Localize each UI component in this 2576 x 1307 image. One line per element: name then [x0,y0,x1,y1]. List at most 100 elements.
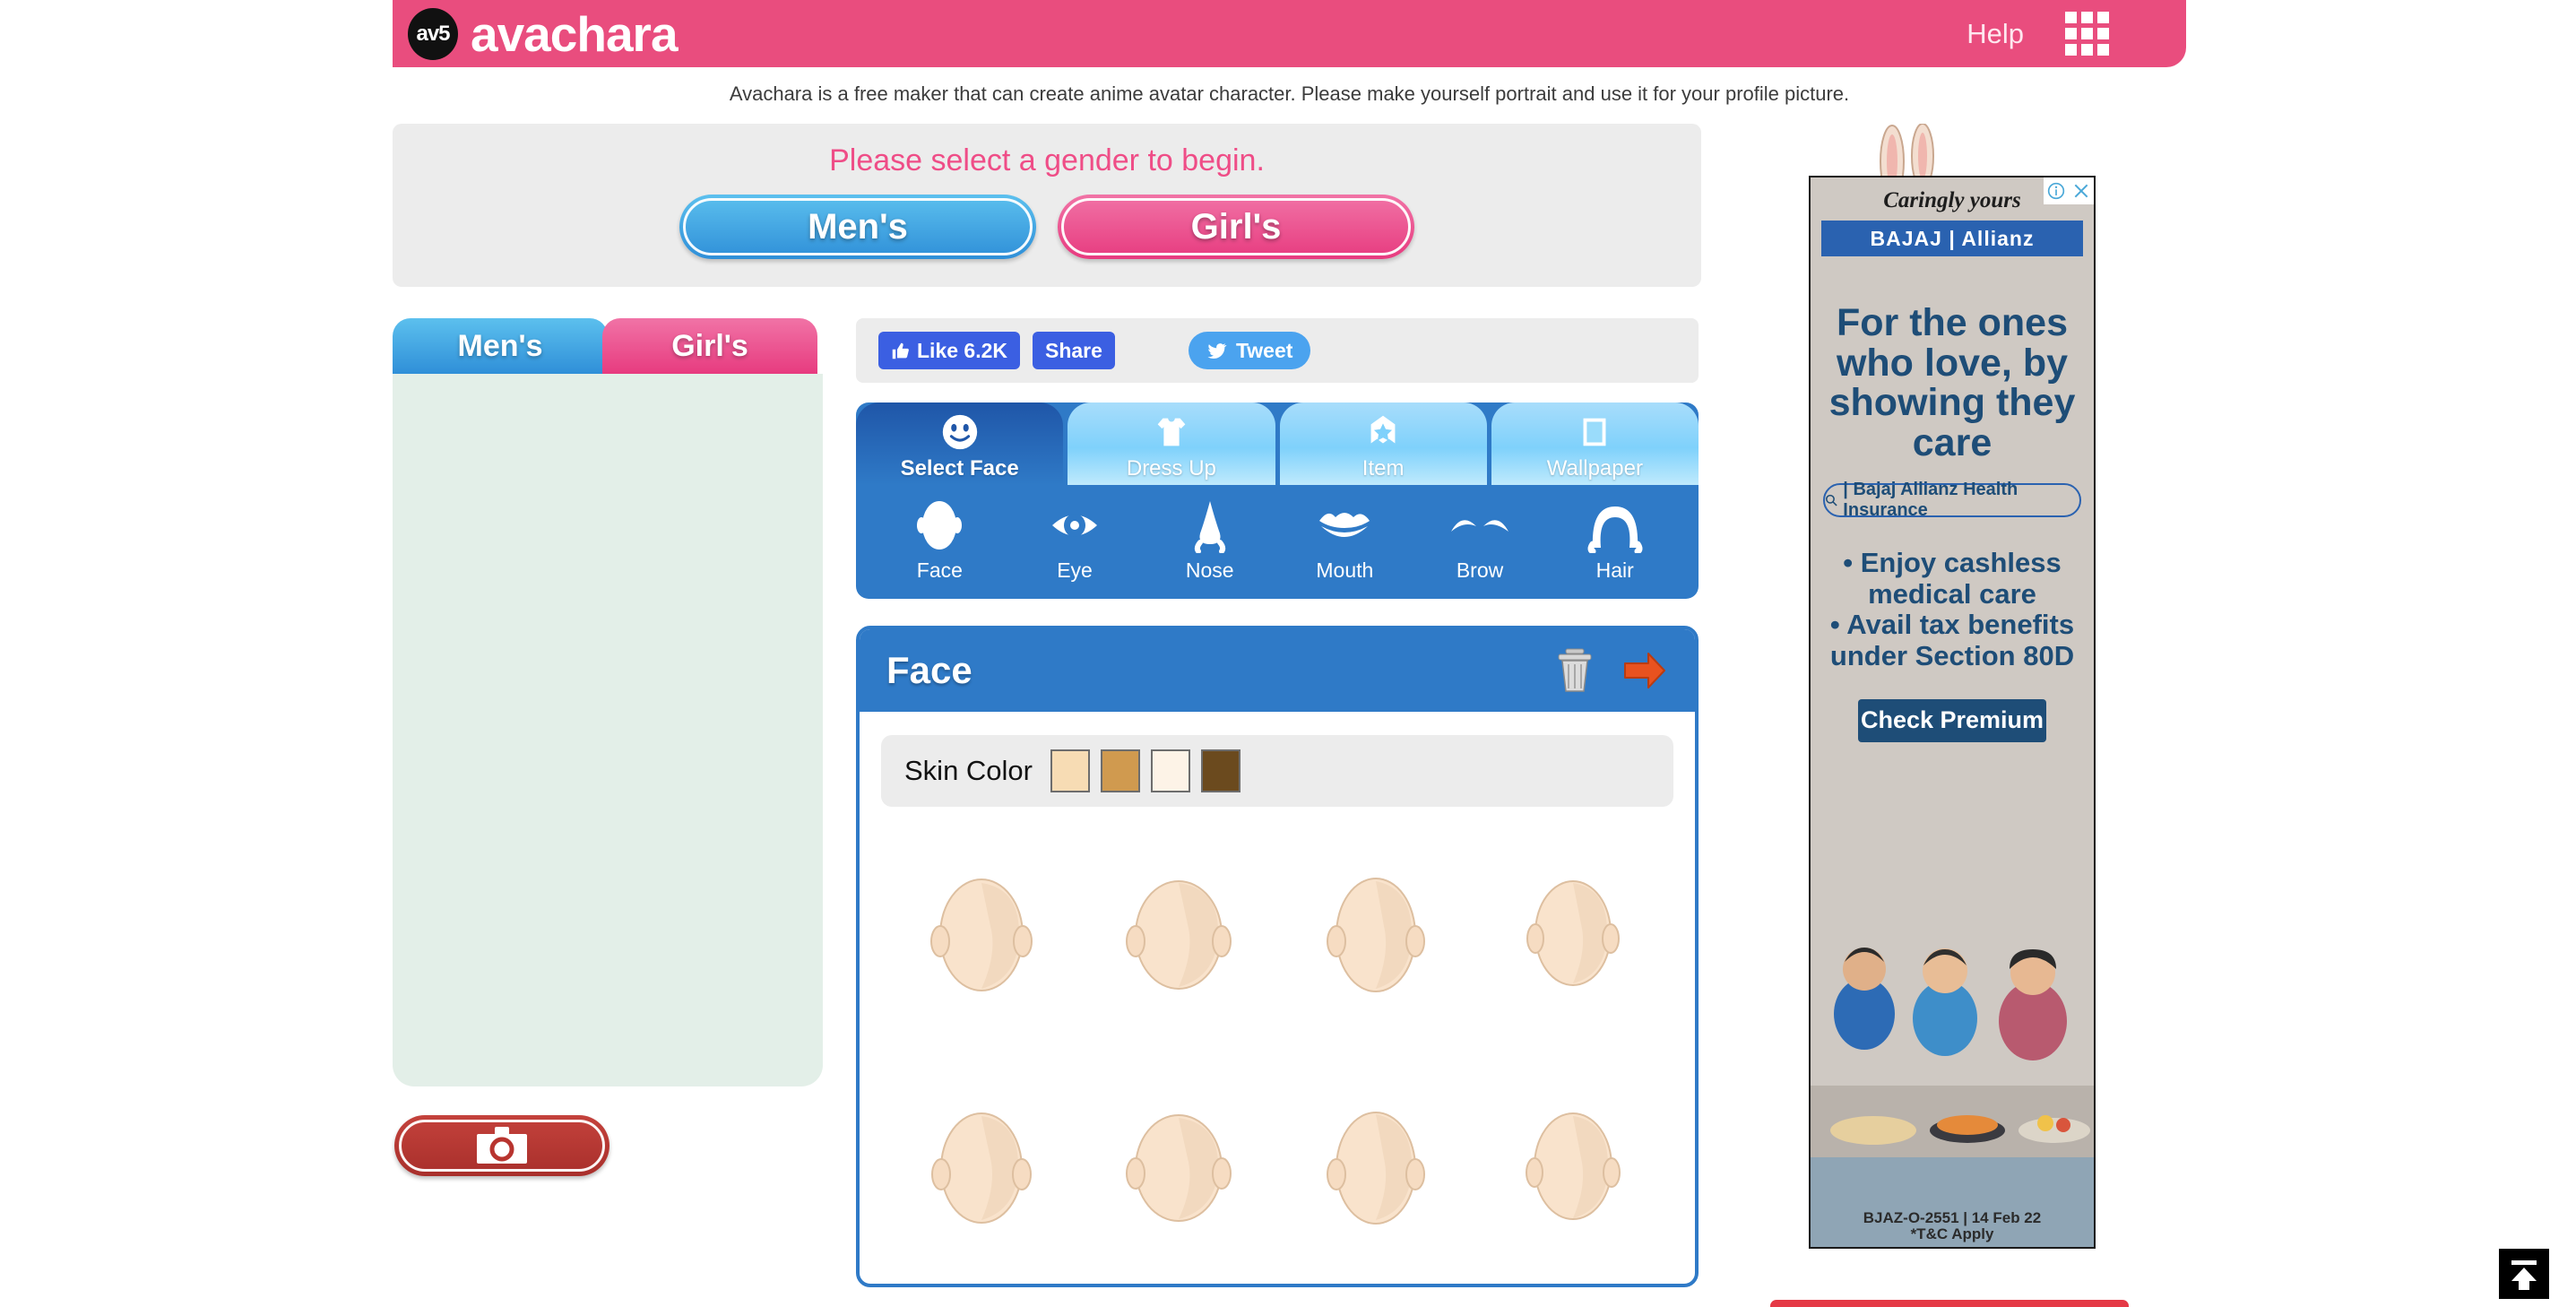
face-thumbnail[interactable] [1277,827,1474,1051]
facebook-like-label: Like 6.2K [917,338,1007,362]
sub-item-brow-label: Brow [1456,558,1504,582]
girls-button[interactable]: Girl's [1058,195,1414,259]
ad-headline: For the ones who love, by showing they c… [1828,301,2076,465]
gender-select-panel: Please select a gender to begin. Men's G… [393,124,1958,330]
tweet-label: Tweet [1235,338,1293,362]
skin-swatch-4[interactable] [1201,749,1240,792]
camera-icon [477,1127,527,1164]
skin-color-row: Skin Color [881,735,1673,807]
facebook-like-button[interactable]: Like 6.2K [878,332,1020,369]
facebook-share-label: Share [1045,338,1102,362]
face-thumbnail[interactable] [1474,1060,1672,1284]
mens-button[interactable]: Men's [679,195,1036,259]
sub-item-hair-label: Hair [1595,558,1634,582]
avatar-column: Men's Girl's [393,318,823,1176]
face-outline-icon [917,501,963,550]
eye-icon [1052,514,1097,537]
ad-search-bar[interactable]: | Bajaj Allianz Health Insurance [1823,480,2081,520]
search-icon [1826,494,1837,506]
sub-item-face[interactable]: Face [872,498,1007,583]
close-icon[interactable] [2069,177,2094,204]
skin-swatch-1[interactable] [1050,749,1090,792]
skin-color-label: Skin Color [904,755,1033,786]
advertisement[interactable]: Caringly yours BAJAJ | Allianz For the o… [1809,176,2096,1249]
sub-item-nose-label: Nose [1185,558,1234,582]
site-header: av5 avachara Help [393,0,2186,67]
ad-bullets: • Enjoy cashless medical care • Avail ta… [1829,546,2075,672]
tab-dress-up[interactable]: Dress Up [1068,402,1275,485]
face-options-panel: Face Skin Color [856,626,1699,1287]
ad-legal-terms: *T&C Apply [1910,1225,1994,1242]
tab-select-face-label: Select Face [900,456,1019,480]
avatar-canvas[interactable] [393,374,823,1086]
ad-legal-code: BJAZ-O-2551 | 14 Feb 22 [1863,1209,2042,1226]
face-sub-nav: Face Eye Nose Mouth Brow Hair [856,485,1699,599]
editor-tabs-card: Select Face Dress Up Item Wallpaper Face… [856,402,1699,599]
tab-wallpaper[interactable]: Wallpaper [1491,402,1699,485]
ad-cta-button[interactable]: Check Premium [1858,698,2046,742]
help-link[interactable]: Help [1967,18,2024,50]
ad-search-text: | Bajaj Allianz Health Insurance [1843,479,2018,520]
editor-column: Like 6.2K Share Tweet Select Face Dress … [856,318,1699,1287]
face-panel-header: Face [860,629,1695,712]
social-share-bar: Like 6.2K Share Tweet [856,318,1699,383]
tab-select-face[interactable]: Select Face [856,402,1064,485]
apps-grid-icon[interactable] [2065,12,2109,56]
sub-item-mouth[interactable]: Mouth [1277,498,1413,583]
tab-wallpaper-label: Wallpaper [1546,456,1643,480]
tweet-button[interactable]: Tweet [1188,332,1311,369]
face-thumbnail[interactable] [883,1060,1080,1284]
hair-icon [1587,506,1643,553]
face-thumbnail[interactable] [1474,827,1672,1051]
face-thumbnail[interactable] [1277,1060,1474,1284]
logo-badge-icon: av5 [408,7,458,60]
skin-swatch-2[interactable] [1101,749,1140,792]
tab-girls[interactable]: Girl's [602,318,817,374]
face-thumbnail[interactable] [1080,1060,1277,1284]
category-tabs: Select Face Dress Up Item Wallpaper [856,402,1699,485]
info-icon[interactable] [2044,177,2069,204]
panel-title: Face [886,649,972,691]
skin-color-swatches [1050,749,1240,792]
facebook-share-button[interactable]: Share [1033,332,1115,369]
ad-family-photo [1811,861,2094,1247]
nose-icon [1194,501,1225,553]
header-actions: Help [1967,12,2109,56]
sub-item-face-label: Face [916,558,963,582]
bottom-red-bar [1770,1300,2129,1307]
sub-item-hair[interactable]: Hair [1547,498,1682,583]
site-subtitle: Avachara is a free maker that can create… [729,82,1850,105]
tab-item[interactable]: Item [1279,402,1487,485]
orange-right-arrow-icon[interactable] [1621,649,1668,692]
ad-controls [2044,177,2094,204]
gender-buttons: Men's Girl's [393,195,1701,259]
save-image-button[interactable] [394,1115,609,1176]
gender-prompt: Please select a gender to begin. [829,143,1265,177]
tshirt-icon [1157,418,1186,446]
mouth-icon [1319,513,1370,537]
skin-swatch-3[interactable] [1151,749,1190,792]
eyebrow-icon [1451,520,1509,532]
logo[interactable]: av5 avachara [408,5,679,62]
ad-brand-logo: BAJAJ | Allianz [1821,221,2083,256]
smiley-face-icon [942,414,977,450]
tab-dress-up-label: Dress Up [1126,456,1216,480]
face-thumbnail[interactable] [1080,827,1277,1051]
scroll-to-top-icon[interactable] [2499,1249,2549,1299]
sub-item-brow[interactable]: Brow [1413,498,1548,583]
sub-item-mouth-label: Mouth [1316,558,1374,582]
tab-item-label: Item [1361,456,1405,480]
sub-item-eye-label: Eye [1057,558,1093,582]
face-thumbnail[interactable] [883,827,1080,1051]
star-badge-icon [1370,415,1396,444]
sub-item-nose[interactable]: Nose [1142,498,1277,583]
tab-mens[interactable]: Men's [393,318,608,374]
gender-tabs: Men's Girl's [393,318,823,374]
sub-item-eye[interactable]: Eye [1007,498,1143,583]
panel-actions [1555,647,1668,694]
page-root: av5 avachara Help Avachara is a free mak… [0,0,2576,1307]
thumbs-up-icon [892,342,909,359]
trash-can-icon[interactable] [1555,647,1595,694]
picture-frame-icon [1583,418,1606,446]
logo-text: avachara [471,5,679,62]
